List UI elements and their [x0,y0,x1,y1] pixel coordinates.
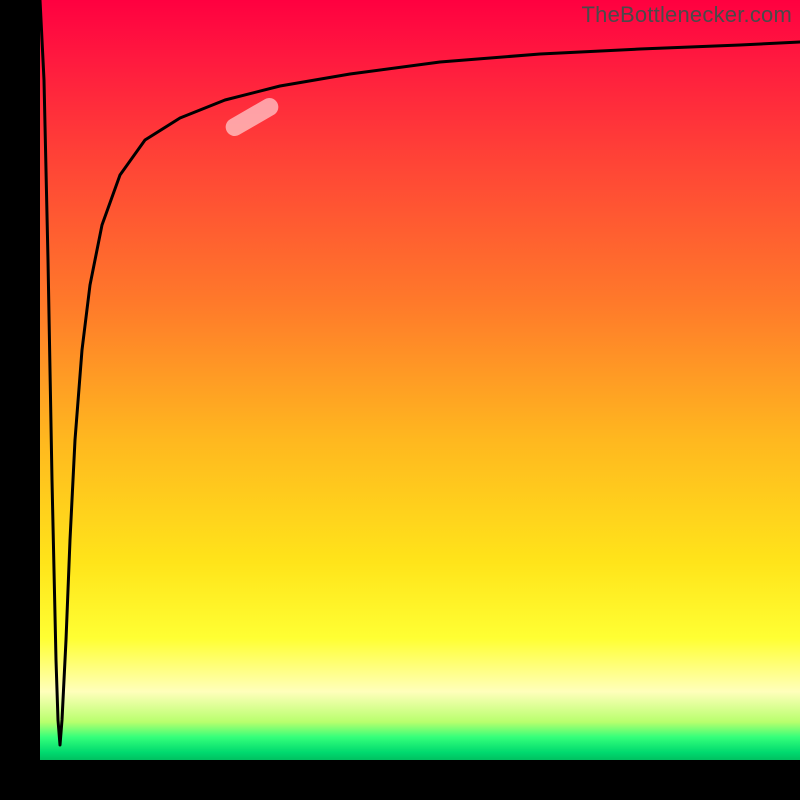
x-axis [0,760,800,800]
y-axis [0,0,40,800]
chart-frame: TheBottlenecker.com [0,0,800,800]
watermark-text: TheBottlenecker.com [582,2,792,28]
bottleneck-curve [40,0,800,760]
